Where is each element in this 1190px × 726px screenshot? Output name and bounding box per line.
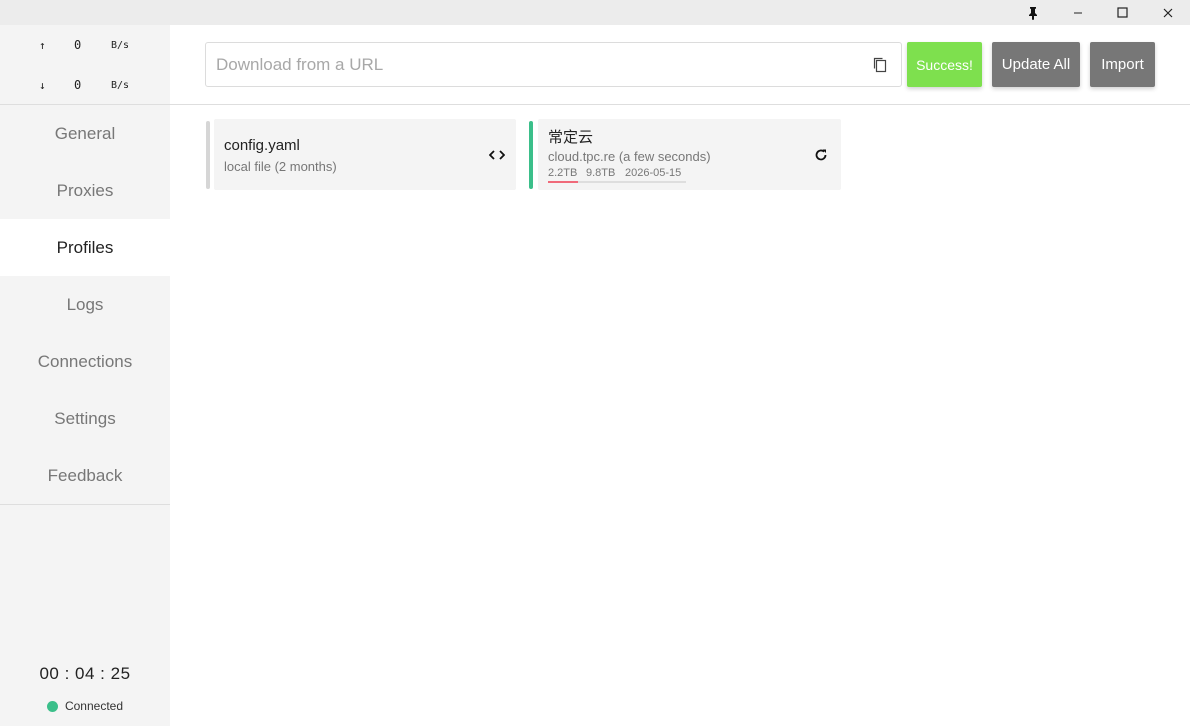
profile-total: 9.8TB	[586, 167, 616, 179]
profile-name: config.yaml	[224, 137, 300, 154]
refresh-icon[interactable]	[812, 146, 830, 164]
import-button[interactable]: Import	[1090, 42, 1155, 87]
profile-card-config[interactable]: config.yaml local file (2 months)	[214, 119, 516, 190]
uptime-timer: 00 : 04 : 25	[39, 664, 131, 683]
sidebar-item-connections[interactable]: Connections	[0, 333, 170, 390]
download-value: 0	[74, 78, 82, 92]
download-unit: B/s	[111, 80, 130, 91]
divider	[0, 504, 170, 505]
sidebar-item-proxies[interactable]: Proxies	[0, 162, 170, 219]
paste-icon[interactable]	[871, 56, 889, 74]
upload-arrow-icon: ↑	[39, 39, 46, 52]
url-field	[205, 42, 902, 87]
close-button[interactable]	[1145, 0, 1190, 25]
usage-progress-fill	[548, 181, 579, 183]
code-icon[interactable]	[488, 146, 506, 164]
upload-unit: B/s	[111, 40, 130, 51]
download-speed: ↓ 0 B/s	[0, 76, 170, 96]
pin-icon[interactable]	[1010, 0, 1055, 25]
sidebar-item-profiles[interactable]: Profiles	[0, 219, 170, 276]
sidebar-item-settings[interactable]: Settings	[0, 390, 170, 447]
profile-used: 2.2TB	[548, 167, 578, 179]
profile-subtitle: cloud.tpc.re (a few seconds)	[548, 149, 711, 164]
sidebar: ↑ 0 B/s ↓ 0 B/s General Proxies Profiles…	[0, 25, 170, 726]
update-all-button[interactable]: Update All	[992, 42, 1080, 87]
title-bar	[0, 0, 1190, 25]
success-button[interactable]: Success!	[907, 42, 982, 87]
minimize-button[interactable]	[1055, 0, 1100, 25]
download-arrow-icon: ↓	[39, 79, 46, 92]
usage-progress-bar	[548, 181, 686, 183]
upload-speed: ↑ 0 B/s	[0, 36, 170, 56]
sidebar-item-feedback[interactable]: Feedback	[0, 447, 170, 504]
connection-status: Connected	[0, 699, 170, 713]
profiles-toolbar: Success! Update All Import	[170, 25, 1190, 105]
maximize-button[interactable]	[1100, 0, 1145, 25]
sidebar-item-logs[interactable]: Logs	[0, 276, 170, 333]
traffic-panel: ↑ 0 B/s ↓ 0 B/s	[0, 25, 170, 105]
sidebar-nav: General Proxies Profiles Logs Connection…	[0, 105, 170, 504]
profile-indicator-bar-active	[529, 121, 533, 189]
profile-subtitle: local file (2 months)	[224, 159, 337, 174]
profile-expire: 2026-05-15	[625, 167, 682, 179]
upload-value: 0	[74, 38, 82, 52]
sidebar-item-general[interactable]: General	[0, 105, 170, 162]
status-dot-icon	[46, 700, 58, 712]
profile-card-cloud[interactable]: 常定云 cloud.tpc.re (a few seconds) 2.2TB 9…	[538, 119, 841, 190]
url-input[interactable]	[216, 43, 856, 86]
status-label: Connected	[64, 699, 124, 713]
profile-indicator-bar	[206, 121, 210, 189]
profile-name: 常定云	[548, 129, 594, 146]
